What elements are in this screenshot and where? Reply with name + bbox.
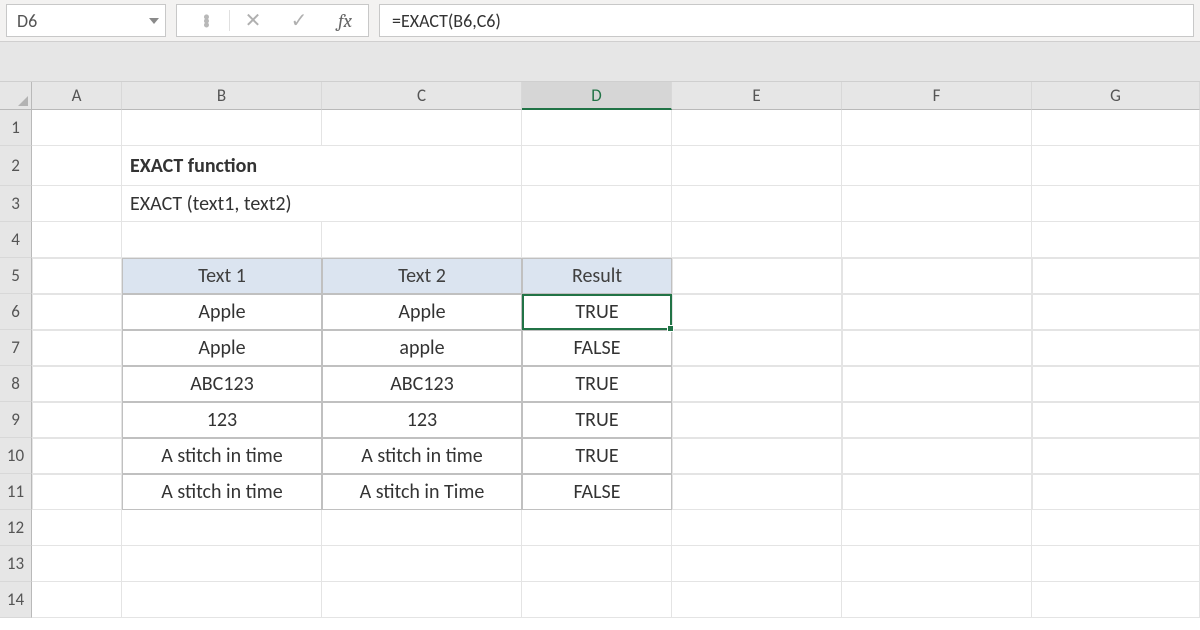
column-header-selected[interactable]: D [522, 82, 672, 110]
row-header[interactable]: 6 [0, 294, 32, 330]
cell[interactable]: A stitch in time [122, 438, 322, 474]
page-subtitle[interactable]: EXACT (text1, text2) [122, 186, 322, 222]
enter-icon[interactable]: ✓ [276, 8, 322, 33]
row-header[interactable]: 4 [0, 222, 32, 258]
row-header[interactable]: 5 [0, 258, 32, 294]
cell[interactable]: FALSE [522, 474, 672, 510]
cell[interactable]: apple [322, 330, 522, 366]
cell[interactable]: 123 [122, 402, 322, 438]
row-header[interactable]: 9 [0, 402, 32, 438]
row-header[interactable]: 1 [0, 110, 32, 146]
cell[interactable]: TRUE [522, 402, 672, 438]
column-header[interactable]: B [122, 82, 322, 110]
formula-bar-row: D6 ••• ✕ ✓ fx =EXACT(B6,C6) [0, 0, 1200, 42]
cell[interactable]: A stitch in Time [322, 474, 522, 510]
cell-area[interactable]: EXACT function EXACT (text1, text2) Text… [32, 110, 1200, 618]
cell[interactable]: Apple [122, 330, 322, 366]
cell-selected[interactable]: TRUE [522, 294, 672, 330]
row-header[interactable]: 2 [0, 146, 32, 186]
column-header[interactable]: E [672, 82, 842, 110]
cell[interactable]: 123 [322, 402, 522, 438]
row-header[interactable]: 8 [0, 366, 32, 402]
formula-buttons: ••• ✕ ✓ fx [176, 4, 369, 37]
cell[interactable]: Apple [122, 294, 322, 330]
fx-icon[interactable]: fx [322, 10, 368, 32]
cell[interactable]: FALSE [522, 330, 672, 366]
spreadsheet-grid: 1 2 3 4 5 6 7 8 9 10 11 12 13 14 A B C D… [0, 82, 1200, 618]
chevron-down-icon[interactable] [149, 18, 159, 24]
cell[interactable]: ABC123 [122, 366, 322, 402]
cell[interactable]: ABC123 [322, 366, 522, 402]
cell[interactable] [32, 146, 122, 186]
cell[interactable]: TRUE [522, 438, 672, 474]
name-box-value: D6 [17, 10, 37, 32]
row-header[interactable]: 3 [0, 186, 32, 222]
ribbon-gap [0, 42, 1200, 82]
table-header[interactable]: Result [522, 258, 672, 294]
column-header[interactable]: A [32, 82, 122, 110]
more-icon[interactable]: ••• [183, 15, 229, 27]
row-header[interactable]: 13 [0, 546, 32, 582]
select-all-corner[interactable] [0, 82, 32, 110]
row-header[interactable]: 11 [0, 474, 32, 510]
table-header[interactable]: Text 2 [322, 258, 522, 294]
cell[interactable]: A stitch in time [322, 438, 522, 474]
cell[interactable]: Apple [322, 294, 522, 330]
cell[interactable]: TRUE [522, 366, 672, 402]
column-header[interactable]: F [842, 82, 1032, 110]
cell[interactable]: A stitch in time [122, 474, 322, 510]
column-headers: A B C D E F G [32, 82, 1200, 110]
cancel-icon[interactable]: ✕ [230, 8, 276, 33]
row-header[interactable]: 10 [0, 438, 32, 474]
column-header[interactable]: C [322, 82, 522, 110]
formula-input[interactable]: =EXACT(B6,C6) [379, 4, 1194, 37]
column-header[interactable]: G [1032, 82, 1200, 110]
row-headers: 1 2 3 4 5 6 7 8 9 10 11 12 13 14 [0, 82, 32, 618]
name-box[interactable]: D6 [6, 4, 166, 37]
row-header[interactable]: 7 [0, 330, 32, 366]
formula-value: =EXACT(B6,C6) [392, 10, 501, 32]
page-title[interactable]: EXACT function [122, 146, 322, 186]
table-header[interactable]: Text 1 [122, 258, 322, 294]
row-header[interactable]: 12 [0, 510, 32, 546]
row-header[interactable]: 14 [0, 582, 32, 618]
